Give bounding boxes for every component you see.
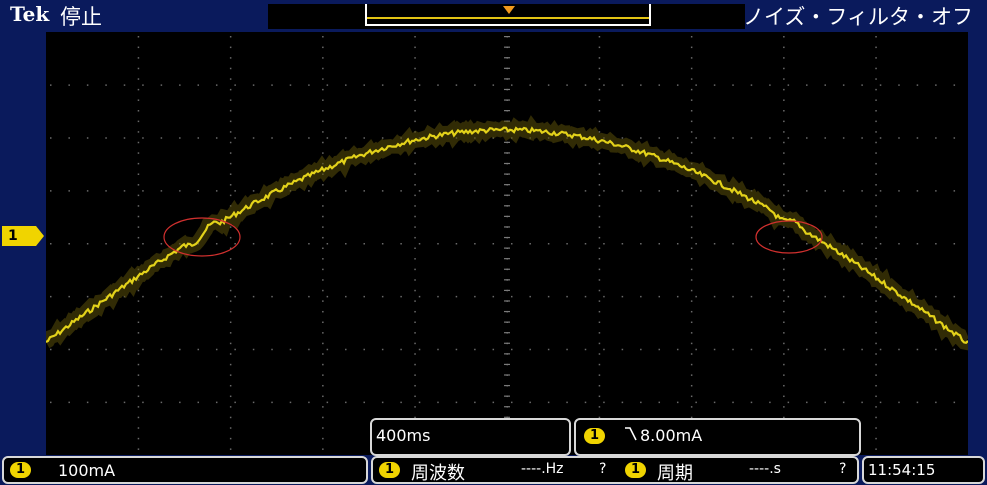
channel1-badge: 1 — [10, 462, 32, 478]
trigger-channel-badge: 1 — [584, 428, 606, 444]
clock-time: 11:54:15 — [868, 461, 936, 479]
acquisition-status: 停止 — [60, 5, 102, 29]
waveform-graticule — [46, 36, 968, 450]
trigger-level: 8.00mA — [640, 426, 703, 445]
measurement2-channel-badge: 1 — [625, 462, 647, 478]
brand-logo: Tek — [10, 2, 50, 26]
measurement1-name: 周波数 — [411, 463, 465, 484]
waveform-display[interactable] — [46, 32, 968, 455]
noise-filter-status: ノイズ・フィルタ・オフ — [743, 5, 973, 29]
measurement1-flag: ? — [599, 461, 607, 477]
measurement-readout[interactable]: 1 周波数 ----.Hz ? 1 周期 ----.s ? — [371, 456, 859, 484]
measurement1-channel-badge: 1 — [379, 462, 401, 478]
top-status-bar: Tek 停止 ノイズ・フィルタ・オフ — [0, 0, 987, 31]
channel1-scale-readout[interactable]: 1 100mA — [2, 456, 368, 484]
measurement2-value: ----.s — [749, 461, 781, 477]
clock-readout: 11:54:15 — [862, 456, 985, 484]
trigger-readout[interactable]: 1 8.00mA — [574, 418, 861, 456]
channel1-marker-label: 1 — [8, 228, 18, 244]
record-trace-line — [367, 17, 649, 19]
timebase-readout[interactable]: 400ms — [370, 418, 571, 456]
trigger-position-icon[interactable] — [503, 6, 515, 14]
measurement2-name: 周期 — [657, 463, 693, 484]
channel1-scale: 100mA — [58, 461, 116, 480]
trace-glow — [46, 115, 968, 351]
falling-edge-icon — [624, 425, 638, 447]
measurement2-flag: ? — [839, 461, 847, 477]
measurement1-value: ----.Hz — [521, 461, 564, 477]
timebase-value: 400ms — [376, 426, 431, 445]
